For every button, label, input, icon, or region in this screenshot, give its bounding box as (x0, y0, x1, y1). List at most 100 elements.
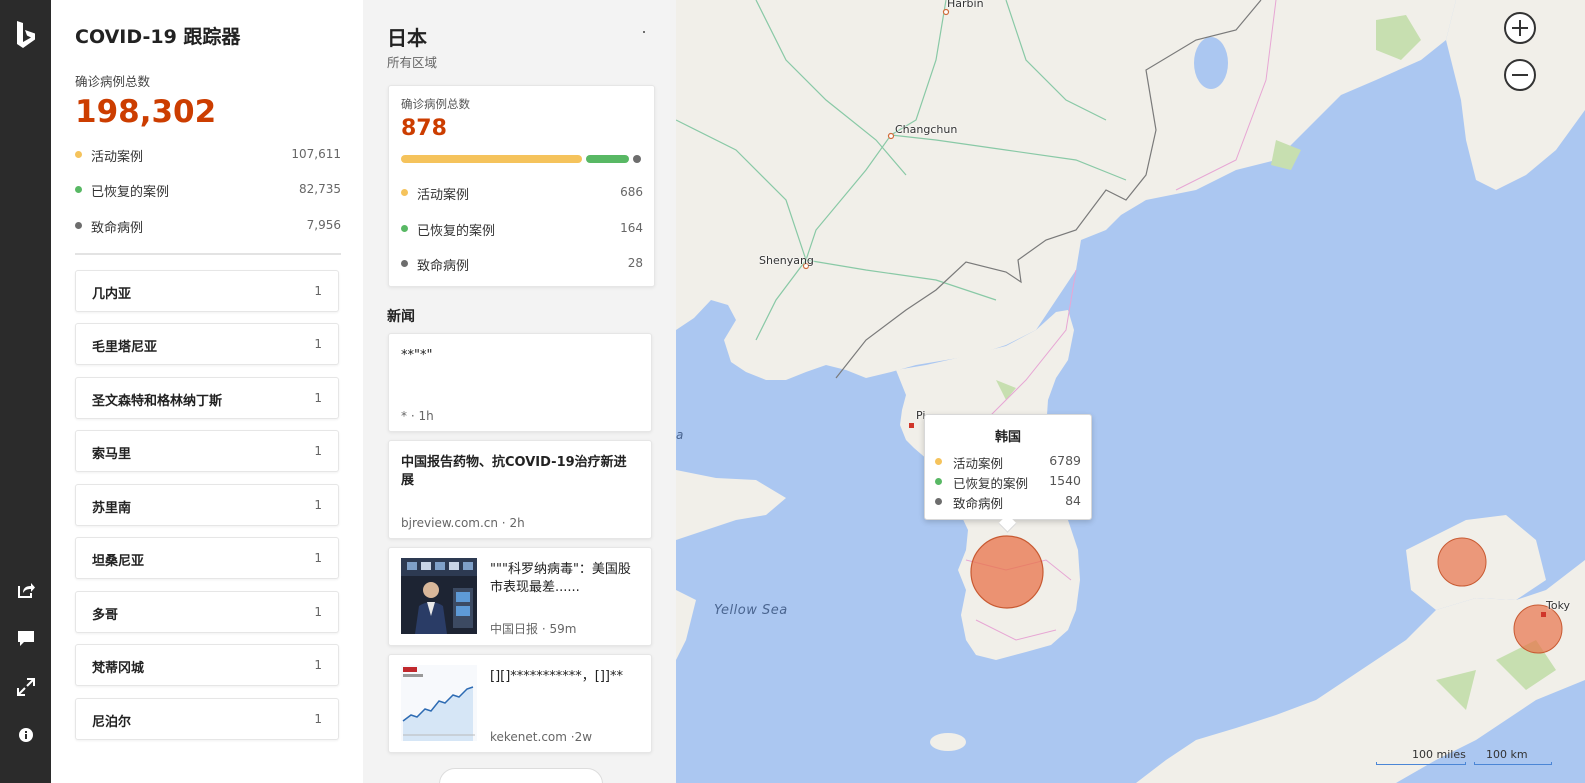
plus-icon (1512, 20, 1528, 36)
news-item[interactable]: **"*" * · 1h (388, 333, 652, 432)
scale-km-label: 100 km (1486, 748, 1528, 761)
news-source: kekenet.com ·2w (490, 730, 593, 744)
country-item[interactable]: 毛里塔尼亚 1 (75, 323, 339, 365)
stat-deaths: 致命病例 7,956 (75, 216, 341, 236)
stat-label: 已恢复的案例 (91, 185, 170, 200)
stat-value: 164 (620, 221, 643, 235)
feedback-icon[interactable] (16, 628, 36, 648)
news-source: * · 1h (401, 409, 434, 423)
recovered-dot-icon (401, 225, 408, 232)
stat-label: 致命病例 (91, 221, 144, 236)
news-item[interactable]: [][]***********，[]]** kekenet.com ·2w (388, 654, 652, 753)
news-headline: **"*" (401, 348, 433, 363)
country-name: 梵蒂冈城 (92, 661, 145, 676)
country-name: 多哥 (92, 608, 119, 623)
sea-label: Yellow Sea (714, 603, 788, 618)
tooltip-label: 活动案例 (953, 456, 1004, 471)
country-item[interactable]: 苏里南 1 (75, 484, 339, 526)
recovered-dot-icon (75, 186, 82, 193)
stat-recovered: 已恢复的案例 164 (401, 219, 643, 239)
news-item[interactable]: """科罗纳病毒"：美国股市表现最差...... 中国日报 · 59m (388, 547, 652, 646)
zoom-in-button[interactable] (1504, 12, 1536, 44)
total-cases-value: 878 (401, 116, 447, 141)
info-icon[interactable] (16, 725, 36, 745)
region-subtitle: 所有区域 (387, 55, 438, 70)
stat-label: 致命病例 (417, 259, 470, 274)
deaths-dot-icon (75, 222, 82, 229)
tokyo-bubble[interactable] (1513, 604, 1563, 654)
country-item[interactable]: 坦桑尼亚 1 (75, 537, 339, 579)
country-name: 毛里塔尼亚 (92, 340, 158, 355)
map-view[interactable]: Harbin Changchun Shenyang Pi Toky Yellow… (676, 0, 1585, 783)
map-base (676, 0, 1585, 783)
edge-label: a (676, 428, 684, 442)
load-more-button[interactable] (439, 768, 603, 783)
tooltip-label: 致命病例 (953, 496, 1004, 511)
total-cases-label: 确诊病例总数 (75, 74, 151, 89)
news-source: bjreview.com.cn · 2h (401, 516, 525, 530)
region-panel: 日本 所有区域 确诊病例总数 878 活动案例 686 已恢复的案例 164 致… (363, 0, 676, 783)
country-name: 几内亚 (92, 287, 132, 302)
stat-value: 28 (627, 256, 643, 270)
bing-logo[interactable] (14, 20, 38, 50)
country-count: 1 (314, 498, 322, 512)
japan-bubble[interactable] (1437, 537, 1487, 587)
map-tooltip: 韩国 活动案例 6789 已恢复的案例 1540 致命病例 84 (924, 414, 1092, 533)
country-name: 苏里南 (92, 501, 132, 516)
stat-deaths: 致命病例 28 (401, 254, 643, 274)
country-item[interactable]: 梵蒂冈城 1 (75, 644, 339, 686)
news-headline: 中国报告药物、抗COVID-19治疗新进展 (401, 455, 627, 488)
active-dot-icon (935, 458, 942, 465)
progress-deaths (633, 155, 641, 163)
tooltip-row-deaths: 致命病例 84 (935, 492, 1081, 511)
divider (75, 253, 341, 255)
deaths-dot-icon (401, 260, 408, 267)
country-item[interactable]: 几内亚 1 (75, 270, 339, 312)
active-dot-icon (75, 151, 82, 158)
country-count: 1 (314, 551, 322, 565)
city-label: Changchun (895, 123, 958, 136)
stat-value: 107,611 (291, 147, 341, 161)
stat-recovered: 已恢复的案例 82,735 (75, 180, 341, 200)
menu-dot-icon[interactable] (643, 31, 645, 33)
news-thumbnail (401, 665, 477, 741)
zoom-out-button[interactable] (1504, 59, 1536, 91)
news-headline: """科罗纳病毒"：美国股市表现最差...... (490, 562, 631, 595)
korea-bubble[interactable] (970, 535, 1044, 609)
tooltip-value: 6789 (1049, 453, 1081, 468)
country-count: 1 (314, 284, 322, 298)
scale-km-line (1474, 762, 1552, 765)
news-heading: 新闻 (387, 309, 415, 325)
country-count: 1 (314, 712, 322, 726)
deaths-dot-icon (935, 498, 942, 505)
tooltip-label: 已恢复的案例 (953, 476, 1029, 491)
tooltip-title: 韩国 (994, 430, 1021, 445)
active-dot-icon (401, 189, 408, 196)
country-name: 尼泊尔 (92, 715, 132, 730)
total-cases-label: 确诊病例总数 (401, 97, 470, 111)
stat-value: 7,956 (306, 218, 341, 232)
progress-active (401, 155, 582, 163)
stat-value: 82,735 (299, 182, 341, 196)
news-item[interactable]: 中国报告药物、抗COVID-19治疗新进展 bjreview.com.cn · … (388, 440, 652, 539)
stat-active: 活动案例 107,611 (75, 145, 341, 165)
country-item[interactable]: 圣文森特和格林纳丁斯 1 (75, 377, 339, 419)
share-icon[interactable] (16, 580, 36, 600)
country-item[interactable]: 尼泊尔 1 (75, 698, 339, 740)
country-name: 索马里 (92, 447, 132, 462)
country-item[interactable]: 多哥 1 (75, 591, 339, 633)
tooltip-row-active: 活动案例 6789 (935, 452, 1081, 471)
stat-value: 686 (620, 185, 643, 199)
scale-km: 100 km (1474, 748, 1552, 765)
country-count: 1 (314, 391, 322, 405)
country-count: 1 (314, 337, 322, 351)
expand-icon[interactable] (16, 677, 36, 697)
country-count: 1 (314, 658, 322, 672)
city-label: Harbin (947, 0, 984, 10)
stat-label: 活动案例 (91, 150, 144, 165)
country-item[interactable]: 索马里 1 (75, 430, 339, 472)
minus-icon (1512, 74, 1528, 76)
city-label: Shenyang (759, 254, 814, 267)
tooltip-value: 84 (1065, 493, 1081, 508)
country-count: 1 (314, 605, 322, 619)
